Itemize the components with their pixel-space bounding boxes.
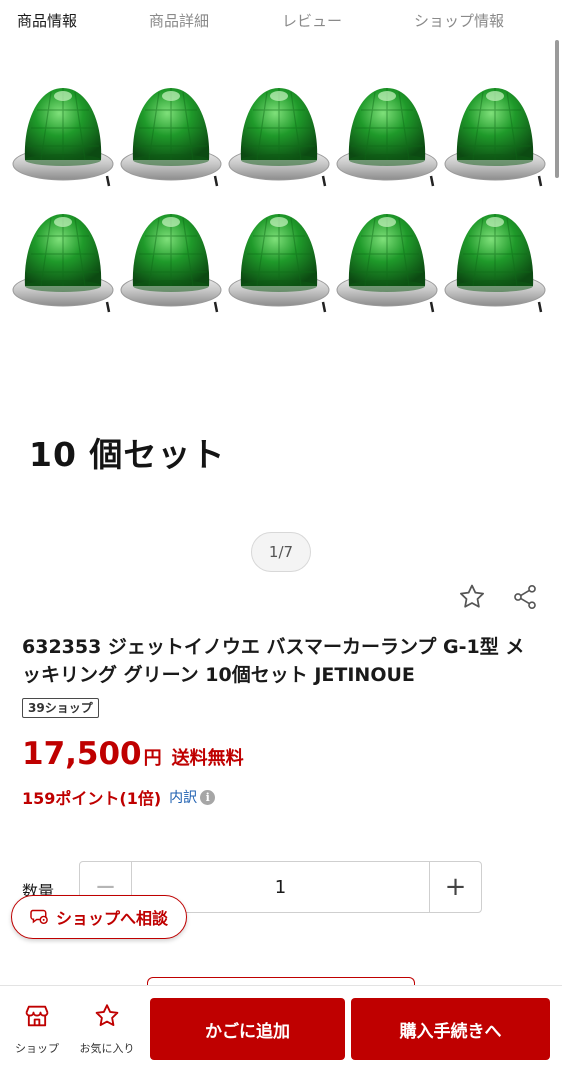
- star-outline-icon[interactable]: [455, 580, 489, 614]
- share-icon[interactable]: [508, 580, 542, 614]
- marker-lamp: [228, 214, 330, 313]
- favorite-nav-button[interactable]: お気に入り: [76, 1002, 138, 1056]
- marker-lamp: [12, 88, 114, 187]
- add-to-cart-button[interactable]: かごに追加: [150, 998, 345, 1060]
- price-row: 17,500 円 送料無料: [22, 736, 244, 772]
- tab-bar: 商品情報 商品詳細 レビュー ショップ情報: [0, 0, 562, 42]
- product-title: 632353 ジェットイノウエ バスマーカーランプ G-1型 メッキリング グリ…: [22, 636, 525, 686]
- shop-nav-label: ショップ: [15, 1042, 59, 1055]
- shop-badge: 39ショップ: [22, 698, 99, 718]
- image-pager: 1/7: [251, 532, 311, 572]
- consult-shop-button[interactable]: ショップへ相談: [11, 895, 187, 939]
- favorite-nav-label: お気に入り: [79, 1042, 135, 1055]
- marker-lamp: [336, 88, 438, 187]
- product-image-carousel[interactable]: 10 個セット 1/7: [0, 42, 562, 582]
- info-icon[interactable]: i: [200, 789, 216, 805]
- marker-lamp: [336, 214, 438, 313]
- marker-lamp: [120, 214, 222, 313]
- increment-button[interactable]: +: [429, 862, 481, 912]
- marker-lamp: [444, 214, 546, 313]
- price-currency: 円: [143, 748, 162, 769]
- tab-shop-info[interactable]: ショップ情報: [414, 10, 504, 31]
- tab-product-details[interactable]: 商品詳細: [149, 10, 209, 31]
- product-image: [11, 80, 551, 332]
- star-icon: [93, 1002, 121, 1034]
- tab-reviews[interactable]: レビュー: [282, 10, 342, 31]
- checkout-button[interactable]: 購入手続きへ: [351, 998, 550, 1060]
- points-breakdown-link[interactable]: 内訳: [169, 787, 197, 807]
- bottom-action-bar: ショップ お気に入り かごに追加 購入手続きへ: [0, 985, 562, 1080]
- marker-lamp: [228, 88, 330, 187]
- consult-shop-label: ショップへ相談: [55, 909, 168, 928]
- shop-nav-button[interactable]: ショップ: [7, 1002, 67, 1056]
- marker-lamp: [120, 88, 222, 187]
- tab-product-info[interactable]: 商品情報: [17, 10, 77, 31]
- shop-icon: [23, 1002, 51, 1034]
- marker-lamp: [12, 214, 114, 313]
- points-row: 159ポイント(1倍) 内訳 i: [22, 785, 216, 809]
- points-value: 159ポイント(1倍): [22, 789, 162, 808]
- marker-lamp: [444, 88, 546, 187]
- image-caption: 10 個セット: [29, 435, 226, 474]
- price: 17,500: [22, 736, 142, 772]
- free-shipping-label: 送料無料: [171, 748, 244, 769]
- chat-icon: [30, 908, 50, 926]
